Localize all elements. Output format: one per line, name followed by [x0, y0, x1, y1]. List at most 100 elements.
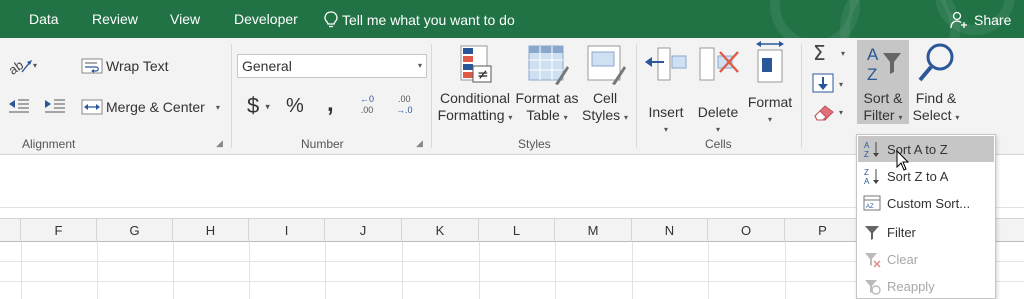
menu-item-clear[interactable]: Clear — [858, 246, 994, 272]
dialog-launcher-icon[interactable]: ◢ — [216, 138, 223, 149]
tab-developer[interactable]: Developer — [234, 11, 298, 27]
decrease-indent-icon — [9, 99, 29, 113]
grid-line — [632, 242, 633, 299]
sort-filter-button[interactable]: A Z Sort & Filter ▾ — [857, 40, 909, 124]
fill-button[interactable]: ▾ — [811, 72, 851, 99]
svg-text:Z: Z — [864, 150, 869, 158]
svg-text:≠: ≠ — [477, 67, 489, 83]
number-format-value: General — [242, 58, 292, 74]
increase-indent-icon — [45, 99, 65, 113]
menu-item-label: Clear — [887, 252, 919, 267]
menu-item-filter[interactable]: Filter — [858, 219, 994, 245]
chevron-down-icon: ▾ — [417, 61, 422, 70]
mouse-cursor-icon — [896, 150, 910, 171]
sort-filter-line2: Filter — [863, 107, 895, 123]
svg-text:A: A — [864, 141, 870, 150]
column-header[interactable]: L — [479, 219, 555, 242]
column-header[interactable]: O — [708, 219, 785, 242]
column-header[interactable]: N — [632, 219, 708, 242]
excel-window: Data Review View Developer Tell me what … — [0, 0, 1024, 299]
cell-styles-line1: Cell — [592, 90, 618, 106]
magnifier-icon — [918, 43, 954, 82]
comma-style-button[interactable]: , — [327, 90, 334, 118]
menu-item-label: Filter — [887, 225, 916, 240]
tab-data[interactable]: Data — [29, 11, 59, 27]
column-header[interactable]: M — [555, 219, 632, 242]
column-header[interactable]: F — [21, 219, 97, 242]
menu-item-sort-z-to-a[interactable]: Z A Sort Z to A — [858, 163, 994, 189]
group-label-styles: Styles — [518, 137, 551, 151]
orientation-button[interactable]: ab ▾ — [6, 56, 38, 81]
column-header[interactable]: J — [325, 219, 402, 242]
dialog-launcher-icon[interactable]: ◢ — [416, 138, 423, 149]
column-header[interactable]: P — [785, 219, 861, 242]
ribbon-tab-bar: Data Review View Developer Tell me what … — [0, 0, 1024, 38]
increase-decimal-bottom: .00 — [360, 105, 374, 115]
decrease-decimal-button[interactable]: .00 →.0 — [396, 94, 413, 116]
decrease-indent-button[interactable] — [8, 98, 30, 119]
menu-item-custom-sort[interactable]: AZ Custom Sort... — [858, 190, 994, 216]
delete-label: Delete — [697, 104, 739, 120]
sort-z-to-a-icon: Z A — [864, 168, 879, 185]
cell-styles-icon — [587, 45, 626, 85]
svg-text:Z: Z — [864, 168, 869, 177]
merge-center-button[interactable]: Merge & Center ▾ — [81, 99, 220, 115]
column-header[interactable]: K — [402, 219, 479, 242]
menu-item-reapply[interactable]: Reapply — [858, 273, 994, 299]
svg-text:▾: ▾ — [841, 49, 845, 58]
increase-indent-button[interactable] — [44, 98, 66, 119]
insert-label: Insert — [648, 104, 684, 120]
increase-decimal-button[interactable]: ←0 .00 — [360, 94, 374, 116]
chevron-down-icon[interactable]: ▾ — [265, 102, 270, 112]
percent-button[interactable]: % — [286, 95, 304, 118]
chevron-down-icon: ▾ — [624, 113, 629, 122]
number-format-select[interactable]: General ▾ — [237, 54, 427, 78]
insert-cells-icon — [645, 47, 687, 81]
chevron-down-icon[interactable]: ▾ — [216, 103, 220, 112]
wrap-text-icon — [81, 58, 103, 74]
conditional-formatting-button[interactable]: ≠ Conditional Formatting ▾ — [437, 44, 513, 126]
find-select-button[interactable]: Find & Select ▾ — [910, 40, 962, 126]
grid-line — [325, 242, 326, 299]
filter-icon — [865, 226, 879, 240]
autosum-button[interactable]: Σ ▾ — [811, 41, 851, 69]
group-label-cells: Cells — [705, 137, 732, 151]
grid-line — [785, 242, 786, 299]
autosum-icon: Σ ▾ — [813, 41, 845, 65]
cell-styles-button[interactable]: Cell Styles ▾ — [580, 44, 630, 126]
currency-symbol: $ — [247, 93, 260, 118]
menu-item-sort-a-to-z[interactable]: A Z Sort A to Z — [858, 136, 994, 162]
merge-center-icon — [81, 99, 103, 115]
sort-filter-line1: Sort & — [863, 90, 903, 106]
group-label-number: Number — [301, 137, 344, 151]
format-as-table-line2: Table — [526, 107, 560, 123]
column-header-partial[interactable] — [0, 219, 21, 242]
column-header[interactable]: I — [249, 219, 325, 242]
chevron-down-icon: ▾ — [898, 113, 903, 122]
tab-view[interactable]: View — [170, 11, 200, 27]
clear-filter-icon — [865, 253, 881, 268]
column-header[interactable]: G — [97, 219, 173, 242]
custom-sort-icon: AZ — [863, 195, 881, 211]
format-cells-button[interactable]: Format ▾ — [745, 40, 795, 128]
sort-a-to-z-icon: A Z — [864, 141, 879, 158]
find-select-line1: Find & — [915, 90, 957, 106]
share-label: Share — [974, 12, 1012, 28]
cell-styles-line2: Styles — [581, 107, 621, 123]
tell-me-search[interactable]: Tell me what you want to do — [324, 11, 515, 29]
svg-text:Z: Z — [867, 65, 877, 84]
group-divider — [431, 44, 432, 148]
svg-text:A: A — [867, 45, 879, 64]
currency-button[interactable]: $ ▾ — [247, 93, 270, 119]
tab-review[interactable]: Review — [92, 11, 138, 27]
insert-button[interactable]: Insert ▾ — [641, 44, 691, 138]
svg-text:Σ: Σ — [813, 42, 826, 64]
column-header[interactable]: H — [173, 219, 249, 242]
delete-button[interactable]: Delete ▾ — [693, 44, 743, 138]
group-label-alignment: Alignment — [22, 137, 76, 151]
chevron-down-icon: ▾ — [767, 115, 772, 124]
wrap-text-button[interactable]: Wrap Text — [81, 58, 169, 74]
share-button[interactable]: Share — [950, 11, 1011, 29]
format-as-table-button[interactable]: Format as Table ▾ — [515, 44, 579, 126]
clear-button[interactable]: ▾ — [811, 100, 851, 127]
